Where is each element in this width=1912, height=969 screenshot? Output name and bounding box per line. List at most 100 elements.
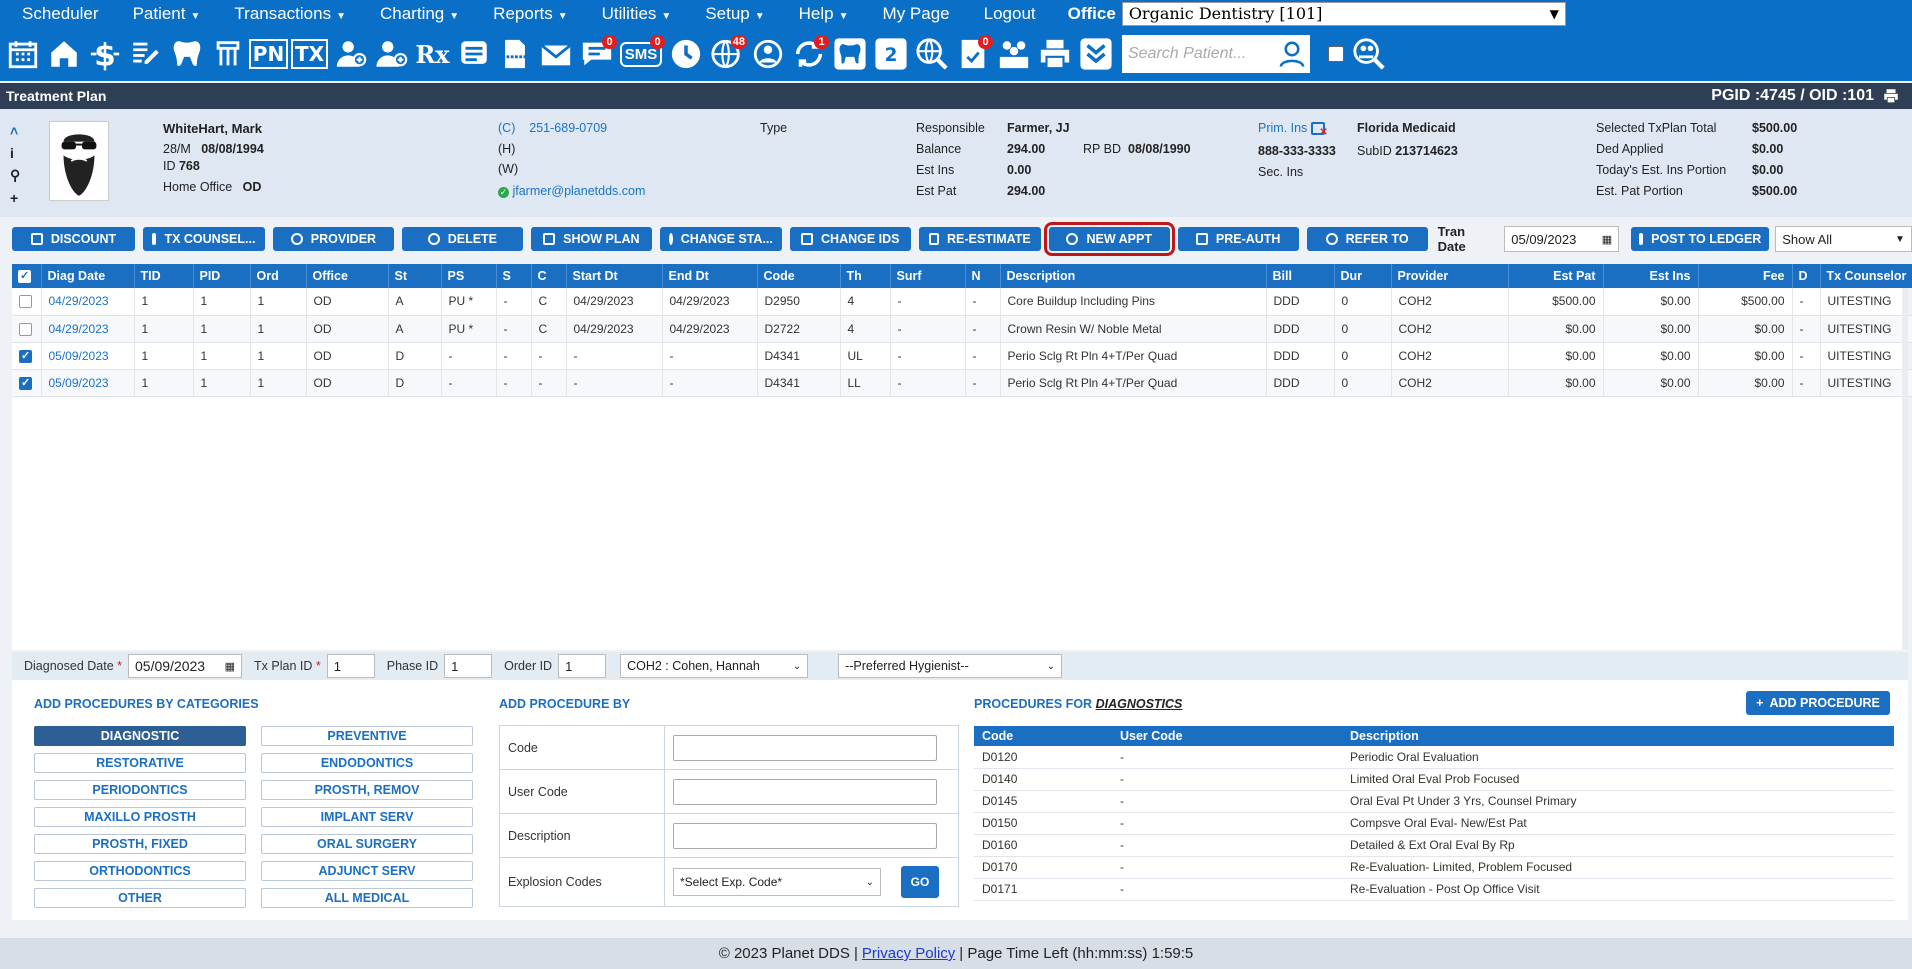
globe-search-icon[interactable] <box>913 34 950 74</box>
pre-auth-button[interactable]: PRE-AUTH <box>1177 227 1299 251</box>
printer-icon[interactable] <box>1036 34 1073 74</box>
diag-date-link[interactable]: 05/09/2023 <box>41 369 135 397</box>
category-diagnostic[interactable]: DIAGNOSTIC <box>34 726 246 746</box>
envelope-icon[interactable] <box>537 34 574 74</box>
add-procedure-button[interactable]: + ADD PROCEDURE <box>1746 691 1890 715</box>
plus-icon[interactable]: + <box>10 190 20 206</box>
order-id-input[interactable]: 1 <box>558 654 607 678</box>
refer-to-button[interactable]: REFER TO <box>1306 227 1428 251</box>
diag-date-link[interactable]: 04/29/2023 <box>41 315 135 343</box>
column-header[interactable]: End Dt <box>662 264 758 288</box>
prim-ins-link[interactable]: Prim. Ins ✕ <box>1258 121 1328 138</box>
menu-my-page[interactable]: My Page <box>871 4 962 24</box>
calendar-picker-icon[interactable]: ▦ <box>225 660 235 673</box>
column-header[interactable]: Bill <box>1266 264 1335 288</box>
category-maxillo-prosth[interactable]: MAXILLO PROSTH <box>34 807 246 827</box>
double-chevron-down-icon[interactable] <box>1077 34 1114 74</box>
diag-date-link[interactable]: 04/29/2023 <box>41 288 135 316</box>
column-header[interactable]: D <box>1792 264 1821 288</box>
category-prosth-remov[interactable]: PROSTH, REMOV <box>261 780 473 800</box>
procedure-row[interactable]: D0170- Re-Evaluation- Limited, Problem Fo… <box>974 856 1894 879</box>
txplan-id-input[interactable]: 1 <box>326 654 375 678</box>
patient-email[interactable]: ✓ jfarmer@planetdds.com <box>498 184 645 198</box>
table-row[interactable]: 04/29/2023 1 1 1 OD A PU * - C 04/29/2023 04/29/20… <box>12 315 1912 343</box>
category-oral-surgery[interactable]: ORAL SURGERY <box>261 834 473 854</box>
category-prosth-fixed[interactable]: PROSTH, FIXED <box>34 834 246 854</box>
procedure-row[interactable]: D0140- Limited Oral Eval Prob Focused <box>974 768 1894 791</box>
column-header[interactable]: Est Ins <box>1603 264 1699 288</box>
grid-scrollbar[interactable] <box>1902 288 1908 650</box>
home-icon[interactable] <box>45 34 82 74</box>
tooth-icon[interactable] <box>168 34 205 74</box>
progress-notes-icon[interactable]: PN <box>248 34 289 74</box>
table-row[interactable]: 05/09/2023111ODD-----D4341LL--Perio Sclg… <box>12 369 1912 397</box>
column-header[interactable]: Start Dt <box>566 264 663 288</box>
category-endodontics[interactable]: ENDODONTICS <box>261 753 473 773</box>
go-button[interactable]: GO <box>901 866 939 898</box>
procedure-row[interactable]: D0171- Re-Evaluation - Post Op Office Vis… <box>974 878 1894 901</box>
menu-help[interactable]: Help ▼ <box>787 4 861 24</box>
sync-icon[interactable]: 1 <box>790 34 829 74</box>
column-header[interactable]: Fee <box>1698 264 1793 288</box>
show-filter-select[interactable]: Show All ▼ <box>1775 226 1912 252</box>
office-select[interactable]: Organic Dentistry [101] ▼ <box>1121 1 1566 26</box>
perio-icon[interactable] <box>209 34 246 74</box>
tran-date-input[interactable]: 05/09/2023 ▦ <box>1504 226 1620 252</box>
group-users-icon[interactable] <box>995 34 1032 74</box>
clock-icon[interactable] <box>667 34 704 74</box>
search-option-checkbox[interactable] <box>1328 46 1344 62</box>
print-icon[interactable] <box>1882 87 1900 105</box>
column-header[interactable]: Surf <box>890 264 966 288</box>
re-estimate-button[interactable]: RE-ESTIMATE <box>918 227 1041 251</box>
table-row[interactable]: 04/29/2023 1 1 1 OD A PU * - C 04/29/2023 04/29/20… <box>12 288 1912 316</box>
chart-edit-icon[interactable] <box>127 34 164 74</box>
info-icon[interactable]: i <box>10 145 20 161</box>
new-appt-button[interactable]: NEW APPT <box>1043 222 1175 256</box>
user-code-input[interactable] <box>673 778 937 805</box>
collapse-chevron-icon[interactable]: ˄ <box>10 123 20 139</box>
category-all-medical[interactable]: ALL MEDICAL <box>261 888 473 908</box>
column-header[interactable]: Th <box>840 264 891 288</box>
family-add-icon[interactable] <box>373 34 410 74</box>
column-header[interactable]: Provider <box>1391 264 1509 288</box>
messages-icon[interactable]: 0 <box>578 34 617 74</box>
tooth-count-icon[interactable]: 2 <box>872 34 909 74</box>
menu-scheduler[interactable]: Scheduler <box>10 4 111 24</box>
add-patient-icon[interactable] <box>332 34 369 74</box>
network-icon[interactable] <box>749 34 786 74</box>
column-header[interactable]: PID <box>193 264 251 288</box>
column-header[interactable]: Office <box>306 264 389 288</box>
procedure-row[interactable]: D0160- Detailed & Ext Oral Eval By Rp <box>974 834 1894 857</box>
column-header[interactable]: PS <box>441 264 497 288</box>
provider-button[interactable]: PROVIDER <box>272 227 394 251</box>
patient-search-icon[interactable] <box>1274 35 1310 73</box>
post-to-ledger-button[interactable]: POST TO LEDGER <box>1631 227 1770 251</box>
row-checkbox[interactable] <box>19 322 32 336</box>
change-status-button[interactable]: CHANGE STA... <box>659 227 782 251</box>
paperclip-icon[interactable]: ⚲ <box>10 167 20 184</box>
document-scan-icon[interactable] <box>496 34 533 74</box>
tx-counselor-button[interactable]: TX COUNSEL... <box>142 227 265 251</box>
category-restorative[interactable]: RESTORATIVE <box>34 753 246 773</box>
select-all-header[interactable] <box>12 264 42 288</box>
tx-plan-icon[interactable]: TX <box>290 34 329 74</box>
patient-search-input[interactable]: Search Patient... <box>1122 35 1310 73</box>
sms-icon[interactable]: SMS 0 <box>619 34 665 74</box>
diag-date-link[interactable]: 05/09/2023 <box>41 342 135 370</box>
description-input[interactable] <box>673 822 937 849</box>
category-periodontics[interactable]: PERIODONTICS <box>34 780 246 800</box>
category-preventive[interactable]: PREVENTIVE <box>261 726 473 746</box>
row-checkbox[interactable] <box>19 295 32 309</box>
category-orthodontics[interactable]: ORTHODONTICS <box>34 861 246 881</box>
menu-logout[interactable]: Logout <box>972 4 1048 24</box>
calendar-icon[interactable] <box>4 34 41 74</box>
discount-button[interactable]: DISCOUNT <box>12 227 135 251</box>
table-row[interactable]: 05/09/2023111ODD-----D4341UL--Perio Sclg… <box>12 342 1912 370</box>
column-header[interactable]: Dur <box>1334 264 1392 288</box>
explosion-codes-select[interactable]: *Select Exp. Code* ⌄ <box>673 868 881 896</box>
column-header[interactable]: Description <box>1000 264 1267 288</box>
column-header[interactable]: St <box>388 264 442 288</box>
category-implant-serv[interactable]: IMPLANT SERV <box>261 807 473 827</box>
menu-setup[interactable]: Setup ▼ <box>693 4 776 24</box>
row-checkbox[interactable] <box>19 349 32 363</box>
